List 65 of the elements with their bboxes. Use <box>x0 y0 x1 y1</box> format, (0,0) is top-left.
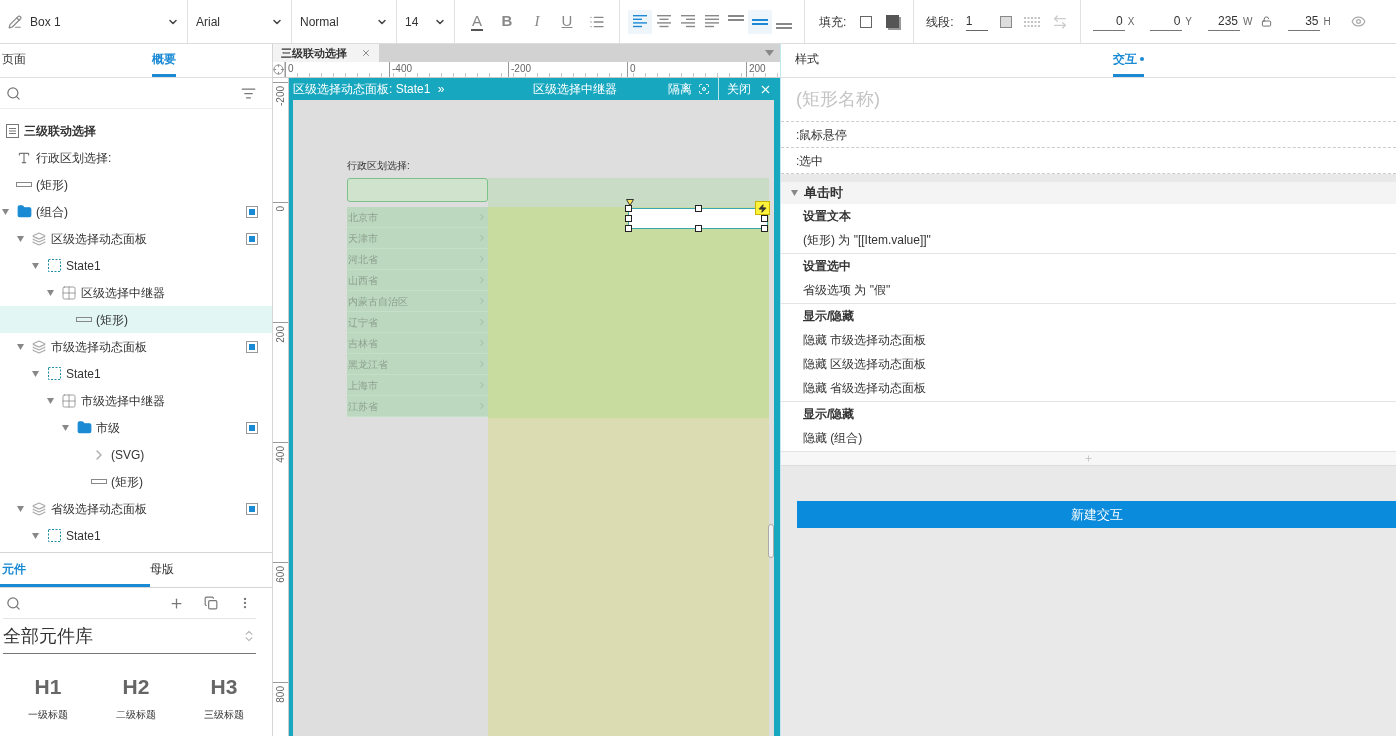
outline-item[interactable]: State1 <box>0 252 272 279</box>
new-interaction-button[interactable]: 新建交互 <box>797 501 1396 528</box>
document-tab[interactable]: 三级联动选择 <box>273 44 379 62</box>
action-title: 设置文本 <box>803 208 852 225</box>
widget-item[interactable]: H2 二级标题 <box>92 676 180 722</box>
fill-label: 填充: <box>819 13 847 31</box>
underline-button[interactable]: U <box>553 9 581 34</box>
outline-item[interactable]: 三级联动选择 <box>0 117 272 144</box>
outline-item[interactable]: 行政区划选择: <box>0 144 272 171</box>
outline-item[interactable]: State1 <box>0 360 272 387</box>
style-dropdown[interactable]: Box 1 <box>0 0 188 43</box>
outline-item[interactable]: (矩形) <box>0 468 272 495</box>
outline-item[interactable]: 市级 <box>0 414 272 441</box>
action-detail: 隐藏 市级选择动态面板 <box>803 332 928 349</box>
outline-item[interactable]: (矩形) <box>0 306 272 333</box>
widget-item[interactable]: H1 一级标题 <box>4 676 92 722</box>
geometry-field[interactable]: 0 <box>1150 12 1183 31</box>
geometry-label: W <box>1243 15 1253 29</box>
text-color-button[interactable]: A <box>463 9 491 34</box>
library-dropdown[interactable]: 全部元件库 <box>3 618 256 654</box>
panel-tab[interactable]: 元件 <box>0 553 150 587</box>
outline-item[interactable]: 市级选择动态面板 <box>0 333 272 360</box>
panel-edit-header: 区级选择动态面板: State1 » 区级选择中继器 隔离 关闭 <box>289 78 780 100</box>
vertical-ruler: -200 0 200 400 600 800 <box>273 78 289 736</box>
geometry-field[interactable]: 235 <box>1208 12 1241 31</box>
stroke-label: 线段: <box>926 13 954 31</box>
action-detail: (矩形) 为 "[[Item.value]]" <box>803 232 932 249</box>
outline-item[interactable]: (SVG) <box>0 441 272 468</box>
action-title: 显示/隐藏 <box>803 406 856 423</box>
bold-button[interactable]: B <box>493 9 521 34</box>
italic-button[interactable]: I <box>523 9 551 34</box>
action-block[interactable]: 显示/隐藏 隐藏 市级选择动态面板 隐藏 区级选择动态面板 隐藏 省级选择动态面板 <box>781 304 1396 402</box>
form-label: 行政区划选择: <box>347 159 410 173</box>
action-detail: 隐藏 (组合) <box>803 430 864 447</box>
outline-item[interactable]: 区级选择动态面板 <box>0 225 272 252</box>
weight-dropdown[interactable]: Normal <box>292 0 397 43</box>
geometry-field[interactable]: 0 <box>1092 12 1125 31</box>
widget-item[interactable]: H3 三级标题 <box>180 676 268 722</box>
action-detail: 隐藏 区级选择动态面板 <box>803 356 928 373</box>
outline-item[interactable]: 市级选择中继器 <box>0 387 272 414</box>
geometry-label: X <box>1127 15 1135 29</box>
action-block[interactable]: 设置文本 (矩形) 为 "[[Item.value]]" <box>781 204 1396 254</box>
outline-item[interactable]: 区级选择中继器 <box>0 279 272 306</box>
panel-tab[interactable]: 母版 <box>150 553 174 587</box>
style-state-item[interactable]: :鼠标悬停 <box>781 122 1396 148</box>
geometry-label: H <box>1323 15 1331 29</box>
geometry-field[interactable]: 35 <box>1288 12 1321 31</box>
widget-name-field[interactable]: (矩形名称) <box>781 78 1396 122</box>
action-title: 显示/隐藏 <box>803 308 856 325</box>
outline-item[interactable]: 省级选择动态面板 <box>0 495 272 522</box>
font-dropdown[interactable]: Arial <box>188 0 292 43</box>
outline-item[interactable]: State1 <box>0 522 272 549</box>
panel-tab[interactable]: 概要 <box>152 44 176 77</box>
outline-item[interactable]: (矩形) <box>0 171 272 198</box>
stroke-width-field[interactable]: 1 <box>965 12 988 31</box>
geometry-label: Y <box>1185 15 1193 29</box>
action-detail: 隐藏 省级选择动态面板 <box>803 380 928 397</box>
action-title: 设置选中 <box>803 258 852 275</box>
outline-item[interactable]: (组合) <box>0 198 272 225</box>
action-block[interactable]: 设置选中 省级选项 为 "假" <box>781 254 1396 304</box>
style-state-item[interactable]: :选中 <box>781 148 1396 174</box>
size-dropdown[interactable]: 14 <box>397 0 455 43</box>
event-header[interactable]: 单击时 <box>781 182 1396 204</box>
action-detail: 省级选项 为 "假" <box>803 282 892 299</box>
panel-tab[interactable]: 页面 <box>2 44 152 77</box>
